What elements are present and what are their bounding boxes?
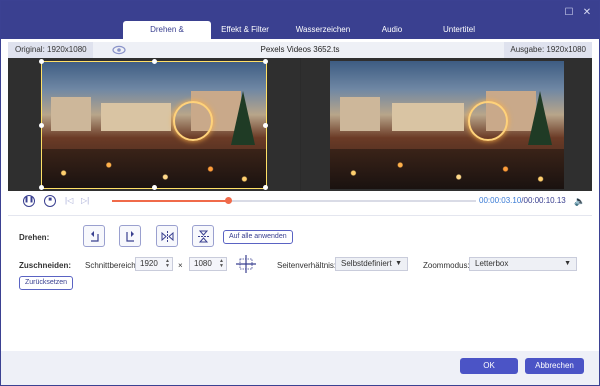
aspect-ratio-label: Seitenverhältnis: xyxy=(277,261,337,270)
crop-handle-top[interactable] xyxy=(152,59,157,64)
ok-button[interactable]: OK xyxy=(460,358,518,374)
cancel-button[interactable]: Abbrechen xyxy=(525,358,584,374)
crop-handle-top-left[interactable] xyxy=(39,59,44,64)
tab-rotate-crop[interactable]: Drehen & Zuschneiden xyxy=(123,21,211,52)
crop-width-value: 1920 xyxy=(140,259,158,268)
previous-frame-icon[interactable]: |◁ xyxy=(65,196,73,205)
crop-height-input[interactable]: 1080 ▲ ▼ xyxy=(189,257,227,271)
title-bar: ☐ ✕ Drehen & Zuschneiden Effekt & Filter… xyxy=(1,1,599,52)
crop-frame[interactable] xyxy=(39,59,268,190)
zoom-mode-label: Zoommodus: xyxy=(423,261,470,270)
crop-area-label: Schnittbereich: xyxy=(85,261,138,270)
total-time: /00:00:10.13 xyxy=(521,196,566,205)
tab-subtitle[interactable]: Untertitel xyxy=(417,21,501,39)
pause-icon[interactable]: ❚❚ xyxy=(23,195,35,207)
aspect-ratio-value: Selbstdefiniert xyxy=(341,259,392,268)
info-bar: Pexels Videos 3652.ts Original: 1920x108… xyxy=(8,42,592,58)
crop-handle-right[interactable] xyxy=(263,123,268,128)
tab-bar: Drehen & Zuschneiden Effekt & Filter Was… xyxy=(123,21,501,52)
playback-bar: ❚❚ ■ |◁ ▷| 00:00:03.10/00:00:10.13 🔈 xyxy=(8,191,592,211)
seek-progress xyxy=(112,200,229,202)
crop-handle-bottom-left[interactable] xyxy=(39,185,44,190)
current-time: 00:00:03.10 xyxy=(479,196,522,205)
stop-icon[interactable]: ■ xyxy=(44,195,56,207)
aspect-ratio-select[interactable]: Selbstdefiniert ▼ xyxy=(335,257,408,271)
rotate-right-icon xyxy=(126,231,134,242)
center-crop-icon[interactable] xyxy=(235,254,257,274)
restore-icon[interactable]: ☐ xyxy=(563,7,575,19)
flip-horizontal-icon xyxy=(161,231,174,242)
zoom-mode-value: Letterbox xyxy=(475,259,509,268)
height-stepper-icon[interactable]: ▲ ▼ xyxy=(219,259,224,269)
crop-width-input[interactable]: 1920 ▲ ▼ xyxy=(135,257,173,271)
output-preview xyxy=(301,58,592,191)
output-resolution: Ausgabe: 1920x1080 xyxy=(504,42,592,58)
crop-handle-top-right[interactable] xyxy=(263,59,268,64)
crop-label: Zuschneiden: xyxy=(19,261,72,270)
flip-vertical-icon xyxy=(198,230,209,243)
original-resolution: Original: 1920x1080 xyxy=(8,42,93,58)
tab-audio[interactable]: Audio xyxy=(367,21,417,39)
crop-handle-left[interactable] xyxy=(39,123,44,128)
chevron-down-icon: ▼ xyxy=(395,260,402,267)
edit-dialog: ☐ ✕ Drehen & Zuschneiden Effekt & Filter… xyxy=(0,0,600,386)
volume-icon[interactable]: 🔈 xyxy=(574,196,585,207)
divider xyxy=(8,215,592,216)
reset-button[interactable]: Zurücksetzen xyxy=(19,276,74,290)
crop-handle-bottom-right[interactable] xyxy=(263,185,268,190)
apply-to-all-button[interactable]: Auf alle anwenden xyxy=(223,230,293,244)
flip-horizontal-button[interactable] xyxy=(156,225,178,247)
rotate-right-button[interactable] xyxy=(119,225,141,247)
width-stepper-icon[interactable]: ▲ ▼ xyxy=(165,259,170,269)
eye-icon[interactable] xyxy=(112,45,126,55)
rotate-left-button[interactable] xyxy=(83,225,105,247)
next-frame-icon[interactable]: ▷| xyxy=(81,196,89,205)
flip-vertical-button[interactable] xyxy=(192,225,214,247)
zoom-mode-select[interactable]: Letterbox ▼ xyxy=(469,257,577,271)
tab-watermark[interactable]: Wasserzeichen xyxy=(279,21,367,39)
times-sign: × xyxy=(178,261,183,270)
close-icon[interactable]: ✕ xyxy=(581,7,593,19)
time-display: 00:00:03.10/00:00:10.13 xyxy=(479,196,566,205)
seek-bar[interactable] xyxy=(112,197,476,204)
rotate-left-icon xyxy=(91,231,99,242)
rotate-label: Drehen: xyxy=(19,233,50,242)
crop-handle-bottom[interactable] xyxy=(152,185,157,190)
video-frame-output xyxy=(330,61,564,189)
seek-handle[interactable] xyxy=(225,197,233,204)
tab-effects[interactable]: Effekt & Filter xyxy=(211,21,279,39)
crop-height-value: 1080 xyxy=(194,259,212,268)
chevron-down-icon: ▼ xyxy=(564,260,571,267)
